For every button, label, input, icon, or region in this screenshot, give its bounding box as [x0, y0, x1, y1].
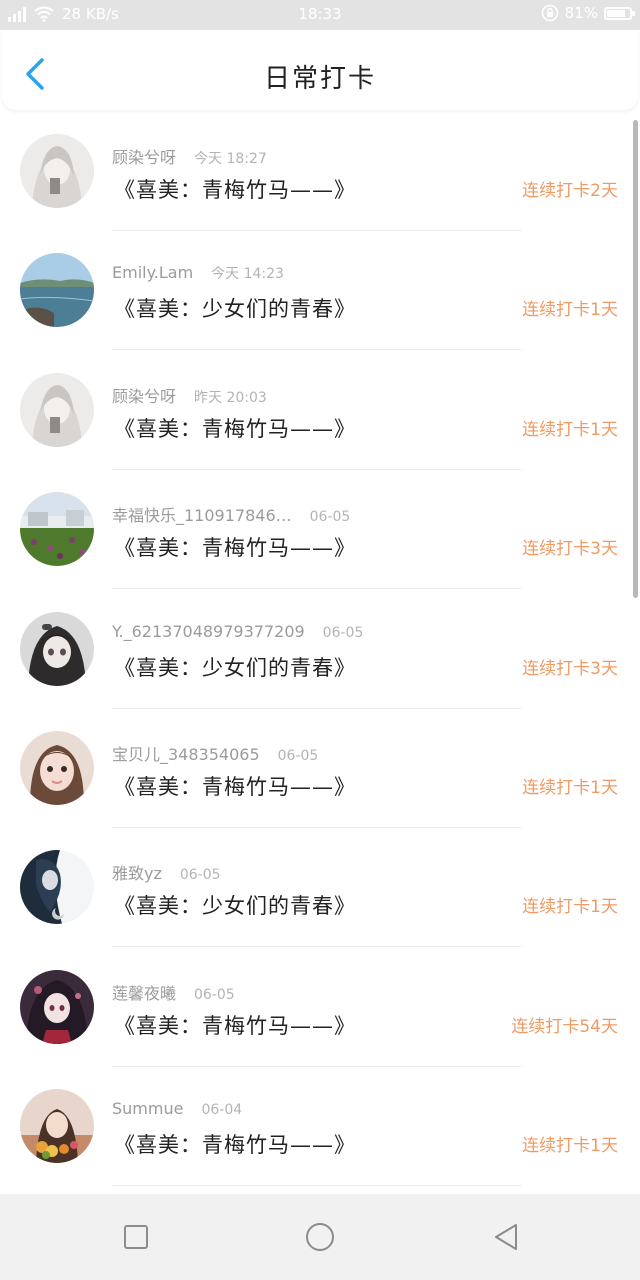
streak-badge: 连续打卡3天: [522, 539, 618, 559]
streak-badge: 连续打卡2天: [522, 181, 618, 201]
home-button[interactable]: [304, 1221, 336, 1253]
streak-badge: 连续打卡1天: [522, 300, 618, 320]
screen: 28 KB/s 18:33 81% 日常打卡 顾染兮呀 今天 18:27 《喜美…: [0, 0, 640, 1280]
user-name[interactable]: Summue: [112, 1099, 183, 1118]
checkin-row[interactable]: 幸福快乐_110917846… 06-05 《喜美：青梅竹马——》 连续打卡3天: [0, 470, 640, 589]
checkin-row[interactable]: 顾染兮呀 今天 18:27 《喜美：青梅竹马——》 连续打卡2天: [0, 112, 640, 231]
user-name[interactable]: 宝贝儿_348354065: [112, 741, 260, 765]
user-meta: 顾染兮呀 今天 18:27: [112, 144, 267, 168]
streak-badge: 连续打卡1天: [522, 1136, 618, 1156]
back-nav-button[interactable]: [490, 1221, 522, 1253]
checkin-row[interactable]: 宝贝儿_348354065 06-05 《喜美：青梅竹马——》 连续打卡1天: [0, 709, 640, 828]
scrollbar[interactable]: [633, 120, 638, 598]
avatar[interactable]: [20, 850, 94, 924]
user-meta: 雅致yz 06-05: [112, 860, 221, 884]
user-meta: Summue 06-04: [112, 1099, 242, 1118]
checkin-row[interactable]: 雅致yz 06-05 《喜美：少女们的青春》 连续打卡1天: [0, 828, 640, 947]
book-title[interactable]: 《喜美：青梅竹马——》: [114, 413, 356, 443]
page-title: 日常打卡: [263, 64, 376, 94]
streak-badge: 连续打卡3天: [522, 659, 618, 679]
recent-apps-button[interactable]: [120, 1221, 152, 1253]
home-icon: [306, 1223, 334, 1251]
book-title[interactable]: 《喜美：青梅竹马——》: [114, 174, 356, 204]
system-nav-bar: [0, 1194, 640, 1280]
battery-fill: [607, 9, 625, 17]
post-time: 06-05: [322, 625, 364, 641]
book-title[interactable]: 《喜美：青梅竹马——》: [114, 1129, 356, 1159]
checkin-row[interactable]: 顾染兮呀 昨天 20:03 《喜美：青梅竹马——》 连续打卡1天: [0, 351, 640, 470]
streak-badge: 连续打卡54天: [511, 1017, 618, 1037]
book-title[interactable]: 《喜美：少女们的青春》: [114, 890, 356, 920]
user-meta: 幸福快乐_110917846… 06-05: [112, 502, 350, 526]
checkin-row[interactable]: Summue 06-04 《喜美：青梅竹马——》 连续打卡1天: [0, 1067, 640, 1186]
avatar[interactable]: [20, 492, 94, 566]
book-title[interactable]: 《喜美：青梅竹马——》: [114, 1010, 356, 1040]
status-bar: 28 KB/s 18:33 81%: [0, 0, 640, 30]
header: 日常打卡: [2, 30, 638, 110]
book-title[interactable]: 《喜美：少女们的青春》: [114, 293, 356, 323]
battery-percent: 81%: [564, 4, 598, 22]
checkin-row[interactable]: Y._62137048979377209 06-05 《喜美：少女们的青春》 连续打卡…: [0, 590, 640, 709]
checkin-row[interactable]: 莲馨夜曦 06-05 《喜美：青梅竹马——》 连续打卡54天: [0, 948, 640, 1067]
lock-rotation-icon: [541, 4, 559, 22]
user-meta: Emily.Lam 今天 14:23: [112, 263, 284, 283]
avatar[interactable]: [20, 970, 94, 1044]
user-meta: 顾染兮呀 昨天 20:03: [112, 383, 267, 407]
status-right: 81%: [541, 4, 635, 22]
divider: [112, 588, 522, 589]
book-title[interactable]: 《喜美：青梅竹马——》: [114, 532, 356, 562]
divider: [112, 349, 522, 350]
avatar[interactable]: [20, 731, 94, 805]
user-name[interactable]: 顾染兮呀: [112, 144, 176, 168]
post-time: 昨天 20:03: [194, 390, 267, 406]
checkin-list[interactable]: 顾染兮呀 今天 18:27 《喜美：青梅竹马——》 连续打卡2天 Emily.Lam 今天…: [0, 112, 640, 1194]
book-title[interactable]: 《喜美：青梅竹马——》: [114, 771, 356, 801]
user-name[interactable]: 幸福快乐_110917846…: [112, 502, 292, 526]
user-name[interactable]: 顾染兮呀: [112, 383, 176, 407]
avatar[interactable]: [20, 1089, 94, 1163]
checkin-row[interactable]: Emily.Lam 今天 14:23 《喜美：少女们的青春》 连续打卡1天: [0, 231, 640, 350]
streak-badge: 连续打卡1天: [522, 778, 618, 798]
post-time: 06-05: [309, 509, 351, 525]
post-time: 06-05: [194, 987, 235, 1003]
user-name[interactable]: Emily.Lam: [112, 263, 193, 282]
user-meta: 宝贝儿_348354065 06-05: [112, 741, 318, 765]
streak-badge: 连续打卡1天: [522, 420, 618, 440]
post-time: 06-04: [201, 1102, 243, 1118]
recent-apps-icon: [124, 1225, 148, 1249]
user-name[interactable]: 雅致yz: [112, 860, 162, 884]
battery-icon: [604, 6, 635, 20]
avatar[interactable]: [20, 612, 94, 686]
streak-badge: 连续打卡1天: [522, 897, 618, 917]
divider: [112, 946, 522, 947]
back-triangle-icon: [495, 1224, 517, 1250]
post-time: 06-05: [179, 867, 221, 883]
user-meta: 莲馨夜曦 06-05: [112, 980, 235, 1004]
avatar[interactable]: [20, 373, 94, 447]
user-name[interactable]: Y._62137048979377209: [112, 622, 305, 641]
book-title[interactable]: 《喜美：少女们的青春》: [114, 652, 356, 682]
post-time: 今天 18:27: [194, 151, 267, 167]
post-time: 今天 14:23: [211, 266, 284, 282]
divider: [112, 1185, 522, 1186]
user-meta: Y._62137048979377209 06-05: [112, 622, 363, 641]
post-time: 06-05: [277, 748, 319, 764]
avatar[interactable]: [20, 253, 94, 327]
user-name[interactable]: 莲馨夜曦: [112, 980, 176, 1004]
avatar[interactable]: [20, 134, 94, 208]
